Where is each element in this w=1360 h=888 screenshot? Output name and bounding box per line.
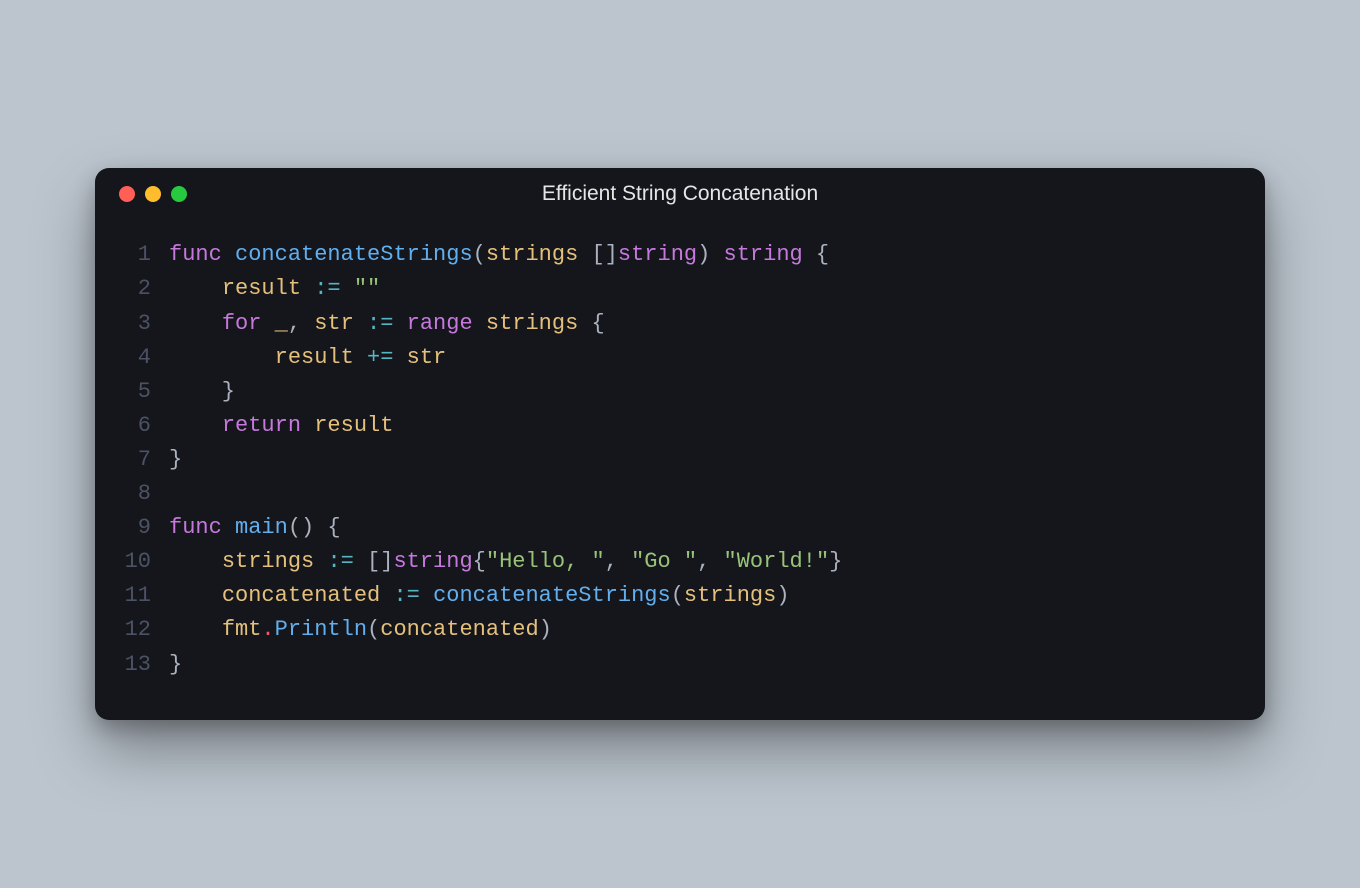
window-titlebar: Efficient String Concatenation	[95, 168, 1265, 210]
code-line: 6 return result	[119, 409, 1241, 443]
line-number: 3	[119, 307, 169, 341]
line-number: 2	[119, 272, 169, 306]
window-controls	[119, 186, 187, 202]
code-line: 5 }	[119, 375, 1241, 409]
code-line: 12 fmt.Println(concatenated)	[119, 613, 1241, 647]
code-line: 2 result := ""	[119, 272, 1241, 306]
line-number: 1	[119, 238, 169, 272]
code-content: }	[169, 375, 235, 409]
code-line: 11 concatenated := concatenateStrings(st…	[119, 579, 1241, 613]
line-number: 13	[119, 648, 169, 682]
close-icon[interactable]	[119, 186, 135, 202]
maximize-icon[interactable]	[171, 186, 187, 202]
line-number: 11	[119, 579, 169, 613]
code-line: 13}	[119, 648, 1241, 682]
code-line: 4 result += str	[119, 341, 1241, 375]
window-title: Efficient String Concatenation	[542, 182, 818, 206]
code-line: 3 for _, str := range strings {	[119, 307, 1241, 341]
code-content: }	[169, 648, 182, 682]
line-number: 5	[119, 375, 169, 409]
code-line: 1func concatenateStrings(strings []strin…	[119, 238, 1241, 272]
code-content: result := ""	[169, 272, 380, 306]
code-content: for _, str := range strings {	[169, 307, 605, 341]
line-number: 9	[119, 511, 169, 545]
line-number: 8	[119, 477, 169, 511]
code-content: fmt.Println(concatenated)	[169, 613, 552, 647]
code-content: result += str	[169, 341, 446, 375]
code-content: strings := []string{"Hello, ", "Go ", "W…	[169, 545, 842, 579]
line-number: 10	[119, 545, 169, 579]
code-content: }	[169, 443, 182, 477]
code-editor[interactable]: 1func concatenateStrings(strings []strin…	[95, 210, 1265, 719]
code-line: 7}	[119, 443, 1241, 477]
line-number: 7	[119, 443, 169, 477]
code-content: func main() {	[169, 511, 341, 545]
line-number: 12	[119, 613, 169, 647]
code-content: func concatenateStrings(strings []string…	[169, 238, 829, 272]
line-number: 4	[119, 341, 169, 375]
code-content: return result	[169, 409, 393, 443]
code-line: 8	[119, 477, 1241, 511]
code-window: Efficient String Concatenation 1func con…	[95, 168, 1265, 719]
code-line: 10 strings := []string{"Hello, ", "Go ",…	[119, 545, 1241, 579]
code-line: 9func main() {	[119, 511, 1241, 545]
minimize-icon[interactable]	[145, 186, 161, 202]
line-number: 6	[119, 409, 169, 443]
code-content: concatenated := concatenateStrings(strin…	[169, 579, 790, 613]
